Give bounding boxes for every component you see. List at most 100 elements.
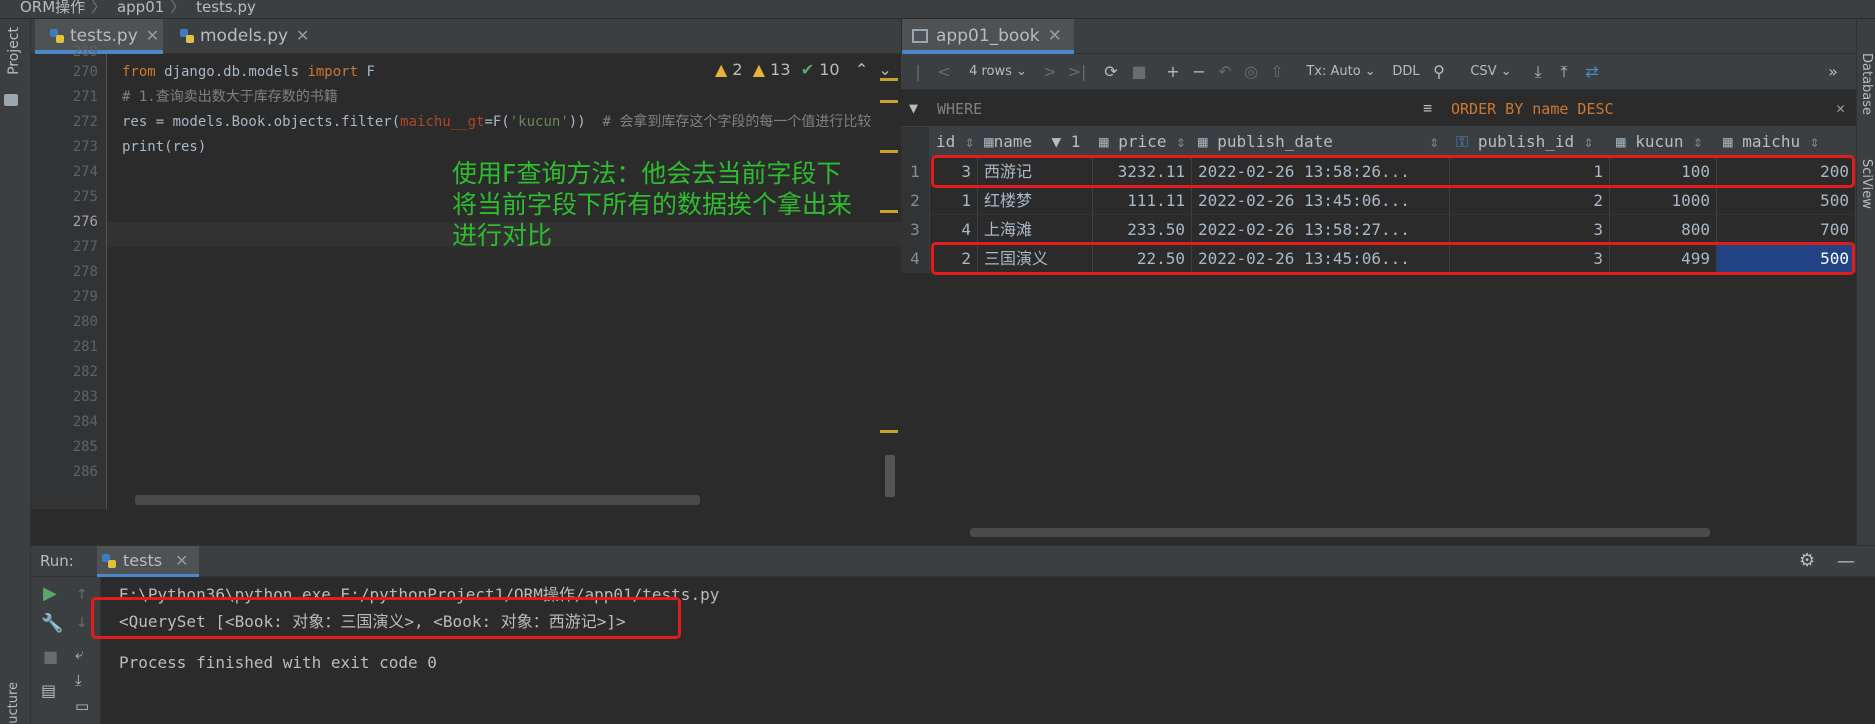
inspection-widget[interactable]: ▲ 2 ▲ 13 ✔ 10 ⌃ ⌄ — [715, 60, 892, 79]
grid-horizontal-scrollbar[interactable] — [970, 528, 1710, 537]
code-editor[interactable]: from django.db.models import F # 1.查询卖出数… — [107, 54, 901, 509]
column-header-publish-id[interactable]: ⚿ publish_id ⇕ — [1450, 127, 1610, 157]
code-line: print(res) — [122, 139, 207, 155]
column-header-maichu[interactable]: ▦ maichu ⇕ — [1717, 127, 1856, 157]
chevron-down-icon[interactable]: ⌄ — [878, 60, 891, 79]
breadcrumb-project[interactable]: ORM操作 — [20, 0, 85, 16]
line-number: 286 — [72, 464, 98, 480]
line-number: 280 — [72, 314, 98, 330]
print-icon[interactable]: ▭ — [75, 697, 89, 715]
row-number[interactable]: 4 — [901, 244, 930, 273]
order-by-input[interactable]: ORDER BY name DESC — [1451, 100, 1614, 118]
editor-horizontal-scrollbar[interactable] — [135, 495, 700, 505]
close-icon[interactable]: ✕ — [175, 551, 188, 570]
line-number: 278 — [72, 264, 98, 280]
close-icon[interactable]: ✕ — [296, 26, 309, 45]
refresh-icon[interactable]: ⟳ — [1099, 60, 1123, 84]
line-number: 283 — [72, 389, 98, 405]
where-input[interactable]: WHERE — [937, 100, 982, 118]
row-number[interactable]: 2 — [901, 186, 930, 215]
table-cell[interactable]: 2 — [1450, 186, 1610, 215]
sciview-tool-button[interactable]: SciView — [1859, 159, 1874, 209]
scroll-to-end-icon[interactable]: ⤓ — [75, 671, 82, 689]
weak-warning-icon: ▲ — [752, 60, 766, 79]
last-page-icon[interactable]: >| — [1067, 60, 1087, 84]
project-tool-button[interactable]: Project — [6, 27, 22, 75]
close-icon[interactable]: ✕ — [1836, 99, 1845, 117]
table-cell[interactable]: 233.50 — [1093, 215, 1192, 244]
table-cell[interactable]: 1 — [930, 186, 978, 215]
stripe-mark[interactable] — [880, 78, 898, 81]
structure-tool-button[interactable]: ucture — [6, 682, 21, 724]
export-format-select[interactable]: CSV ⌄ — [1461, 60, 1521, 84]
add-row-icon[interactable]: + — [1163, 60, 1183, 84]
table-cell[interactable]: 800 — [1610, 215, 1717, 244]
scroll-up-icon[interactable]: ↑ — [76, 587, 88, 603]
wrench-icon[interactable]: 🔧 — [41, 613, 63, 634]
table-cell[interactable]: 4 — [930, 215, 978, 244]
previous-page-icon[interactable]: < — [935, 60, 953, 84]
minimize-icon[interactable]: — — [1837, 551, 1855, 572]
table-cell[interactable]: 111.11 — [1093, 186, 1192, 215]
table-cell[interactable]: 500 — [1717, 186, 1856, 215]
table-cell[interactable]: 3 — [1450, 215, 1610, 244]
stripe-mark[interactable] — [880, 100, 898, 103]
export-icon[interactable]: ⤓ — [1527, 60, 1549, 84]
first-page-icon[interactable]: |< — [909, 60, 927, 105]
stripe-mark[interactable] — [880, 150, 898, 153]
column-header-kucun[interactable]: ▦ kucun ⇕ — [1610, 127, 1717, 157]
python-file-icon — [180, 29, 194, 43]
breadcrumb-file[interactable]: tests.py — [196, 0, 256, 16]
next-page-icon[interactable]: > — [1041, 60, 1059, 84]
stripe-mark[interactable] — [880, 210, 898, 213]
table-cell[interactable]: 700 — [1717, 215, 1856, 244]
chevron-up-icon[interactable]: ⌃ — [855, 60, 868, 79]
database-tool-button[interactable]: Database — [1859, 53, 1874, 115]
import-icon[interactable]: ⤒ — [1553, 60, 1575, 84]
line-number: 273 — [72, 139, 98, 155]
run-console[interactable]: E:\Python36\python.exe E:/pythonProject1… — [91, 577, 1875, 724]
gear-icon[interactable]: ⚙ — [1799, 550, 1815, 571]
column-header-id[interactable]: id ⇕ — [930, 127, 978, 157]
compare-icon[interactable]: ⇄ — [1581, 60, 1603, 84]
soft-wrap-icon[interactable]: ⤶ — [75, 645, 83, 663]
column-header-publish-date[interactable]: ▦ publish_date ⇕ — [1192, 127, 1450, 157]
code-line: from django.db.models import F — [122, 64, 375, 80]
scroll-down-icon[interactable]: ↓ — [76, 615, 88, 631]
more-icon[interactable]: » — [1823, 60, 1843, 84]
rows-selector[interactable]: 4 rows ⌄ — [963, 60, 1033, 84]
delete-row-icon[interactable]: − — [1189, 60, 1209, 84]
search-icon[interactable]: ⚲ — [1427, 60, 1451, 84]
stop-icon[interactable]: ■ — [1129, 60, 1149, 84]
transaction-mode-select[interactable]: Tx: Auto ⌄ — [1301, 60, 1381, 84]
column-header-name[interactable]: ▦name ▼ 1 — [978, 127, 1093, 157]
column-header-price[interactable]: ▦ price ⇕ — [1093, 127, 1192, 157]
close-icon[interactable]: ✕ — [146, 26, 159, 45]
rerun-icon[interactable]: ▶ — [43, 583, 57, 604]
filter-bar: ▼ WHERE ≡ ORDER BY name DESC ✕ — [901, 91, 1856, 127]
stop-icon[interactable]: ■ — [43, 647, 58, 666]
stripe-mark[interactable] — [880, 430, 898, 433]
table-cell[interactable]: 1000 — [1610, 186, 1717, 215]
folder-icon[interactable] — [4, 94, 18, 106]
tab-app01-book[interactable]: app01_book ✕ — [902, 19, 1074, 54]
row-number[interactable]: 3 — [901, 215, 930, 244]
close-icon[interactable]: ✕ — [1048, 26, 1062, 46]
revert-icon[interactable]: ↶ — [1215, 60, 1235, 84]
row-number[interactable]: 1 — [901, 157, 930, 186]
table-cell[interactable]: 红楼梦 — [978, 186, 1093, 215]
table-cell[interactable]: 上海滩 — [978, 215, 1093, 244]
preview-icon[interactable]: ◎ — [1241, 60, 1261, 84]
submit-icon[interactable]: ⇧ — [1267, 60, 1287, 84]
tab-tests-py[interactable]: tests.py ✕ — [35, 19, 163, 54]
tab-models-py[interactable]: models.py ✕ — [165, 19, 309, 54]
breadcrumb-folder[interactable]: app01 — [117, 0, 164, 16]
table-cell[interactable]: 2022-02-26 13:45:06... — [1192, 186, 1450, 215]
tab-label: models.py — [200, 26, 289, 46]
editor-vertical-scrollbar[interactable] — [885, 455, 895, 497]
table-cell[interactable]: 2022-02-26 13:58:27... — [1192, 215, 1450, 244]
layout-icon[interactable]: ▤ — [41, 681, 56, 700]
tab-run-tests[interactable]: tests ✕ — [97, 546, 199, 577]
ddl-button[interactable]: DDL — [1389, 60, 1423, 84]
row-number-header — [901, 127, 930, 157]
